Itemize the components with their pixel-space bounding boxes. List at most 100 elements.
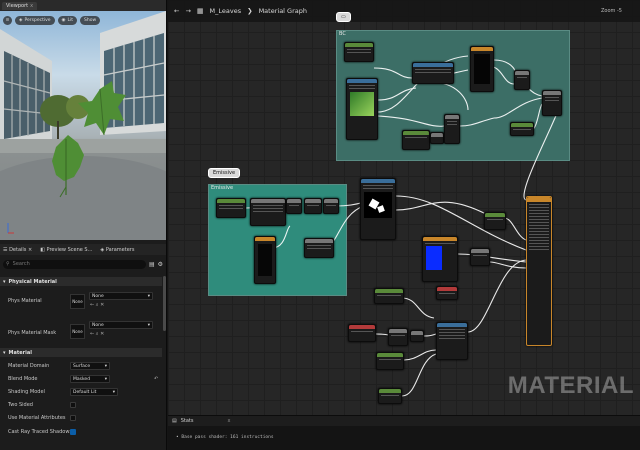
material-node[interactable] (444, 114, 460, 144)
tab-viewport[interactable]: Viewport x (2, 1, 38, 10)
material-node[interactable] (286, 198, 302, 214)
phys-material-mask-row: Phys Material Mask None None ▾ ← ⌕ ✕ (0, 316, 162, 342)
material-node[interactable] (388, 328, 408, 346)
lit-button[interactable]: ◉ Lit (57, 16, 77, 25)
tab-preview-label: Preview Scene S... (46, 246, 93, 253)
node-preview-black (258, 244, 272, 276)
phys-material-label: Phys Material (8, 298, 42, 304)
details-search-row: ⚲ Search ▤ ⚙ (3, 259, 163, 269)
viewport-tabbar: Viewport x (0, 0, 166, 11)
chevron-down-icon: ▾ (147, 293, 150, 299)
phys-mask-thumbnail[interactable]: None (70, 324, 85, 339)
material-node[interactable] (250, 198, 286, 226)
two-sided-checkbox[interactable] (70, 402, 76, 408)
material-node[interactable] (304, 198, 322, 214)
material-node[interactable] (304, 238, 334, 258)
use-material-attributes-label: Use Material Attributes (8, 415, 66, 421)
material-node[interactable] (344, 42, 374, 62)
phys-material-thumbnail[interactable]: None (70, 294, 85, 309)
material-domain-row: Material Domain Surface ▾ (0, 361, 162, 371)
close-icon[interactable]: x (30, 3, 33, 9)
material-node[interactable] (402, 130, 430, 150)
chevron-down-icon: ▾ (104, 376, 107, 382)
blend-mode-value: Masked (73, 376, 91, 382)
physical-material-section-label: Physical Material (8, 278, 57, 285)
material-section-header[interactable]: ▾ Material (0, 348, 162, 357)
phys-mask-label: Phys Material Mask (8, 330, 57, 336)
tab-parameters[interactable]: ◈ Parameters (100, 247, 134, 253)
chevron-down-icon: ▾ (3, 349, 6, 356)
texture-sample-node[interactable] (346, 78, 378, 140)
material-result-node[interactable] (526, 196, 552, 346)
material-node[interactable] (470, 46, 494, 92)
details-scrollbar[interactable] (163, 276, 166, 331)
tab-details[interactable]: ☰ Details × (3, 247, 32, 253)
search-placeholder: Search (12, 261, 30, 267)
browse-arrow-icon[interactable]: ← ⌕ ✕ (90, 331, 104, 337)
browse-arrow-icon[interactable]: ← ⌕ ✕ (90, 302, 104, 308)
stats-tabbar: ▤ Stats x (168, 415, 640, 426)
physical-material-section-header[interactable]: ▾ Physical Material (0, 277, 162, 286)
material-node[interactable] (374, 288, 404, 304)
material-node[interactable] (430, 132, 444, 144)
reset-arrow-icon[interactable]: ↶ (154, 376, 158, 382)
material-node[interactable] (348, 324, 376, 342)
table-view-icon[interactable]: ▤ (149, 261, 155, 268)
parameters-icon: ◈ (100, 246, 105, 253)
chevron-down-icon: ▾ (147, 322, 150, 328)
phys-mask-value: None (92, 322, 104, 328)
shading-model-dropdown[interactable]: Default Lit ▾ (70, 388, 118, 396)
texture-preview (364, 192, 392, 218)
settings-gear-icon[interactable]: ⚙ (158, 261, 163, 268)
hamburger-menu-icon[interactable]: ≡ (3, 16, 12, 25)
texture-sample-node[interactable] (360, 178, 396, 240)
left-panel: Viewport x ≡ ◈ Perspective ◉ Lit Show ☰ … (0, 0, 167, 450)
phys-material-row: Phys Material None None ▾ ← ⌕ ✕ (0, 288, 162, 314)
cast-ray-traced-shadows-label: Cast Ray Traced Shadows (8, 429, 73, 435)
material-graph-canvas[interactable]: ← → ▦ M_Leaves ❯ Material Graph Zoom -5 … (168, 0, 640, 450)
lit-icon: ◉ (61, 18, 66, 23)
material-node[interactable] (542, 90, 562, 116)
shading-model-label: Shading Model (8, 389, 45, 395)
material-domain-dropdown[interactable]: Surface ▾ (70, 362, 110, 370)
show-button[interactable]: Show (80, 16, 101, 25)
node-preview-blue (426, 246, 442, 270)
blend-mode-dropdown[interactable]: Masked ▾ (70, 375, 110, 383)
close-icon[interactable]: × (28, 247, 32, 253)
stats-panel: • Base pass shader: 161 instructions (168, 426, 640, 450)
viewport-tab-label: Viewport (6, 2, 29, 9)
use-material-attributes-checkbox[interactable] (70, 415, 76, 421)
chevron-down-icon: ▾ (104, 363, 107, 369)
material-node[interactable] (484, 212, 506, 230)
perspective-button[interactable]: ◈ Perspective (15, 16, 55, 25)
tab-stats[interactable]: Stats (181, 418, 194, 424)
material-node[interactable] (514, 70, 530, 90)
phys-mask-dropdown[interactable]: None ▾ (89, 321, 153, 329)
blend-mode-row: Blend Mode Masked ▾ ↶ (0, 374, 162, 384)
material-node[interactable] (470, 248, 490, 266)
chevron-down-icon: ▾ (3, 278, 6, 285)
material-node[interactable] (510, 122, 534, 136)
close-icon[interactable]: x (228, 418, 231, 424)
material-node[interactable] (410, 330, 424, 342)
cast-ray-traced-shadows-checkbox[interactable] (70, 429, 76, 435)
chevron-down-icon: ▾ (112, 389, 115, 395)
material-node[interactable] (323, 198, 339, 214)
lit-label: Lit (67, 18, 73, 23)
material-node[interactable] (436, 322, 468, 360)
blend-mode-label: Blend Mode (8, 376, 38, 382)
material-node[interactable] (254, 236, 276, 284)
perspective-icon: ◈ (19, 18, 23, 23)
viewport-toolbar: ≡ ◈ Perspective ◉ Lit Show (3, 16, 101, 25)
material-node[interactable] (376, 352, 404, 370)
material-node[interactable] (216, 198, 246, 218)
texture-preview (350, 92, 374, 116)
viewport-scene[interactable]: ≡ ◈ Perspective ◉ Lit Show (0, 11, 166, 240)
material-node[interactable] (436, 286, 458, 300)
material-node[interactable] (422, 236, 458, 282)
tab-preview-scene[interactable]: ◧ Preview Scene S... (40, 247, 92, 253)
material-node[interactable] (378, 388, 402, 404)
phys-material-dropdown[interactable]: None ▾ (89, 292, 153, 300)
material-node[interactable] (412, 62, 454, 84)
search-input[interactable]: ⚲ Search (3, 259, 146, 269)
